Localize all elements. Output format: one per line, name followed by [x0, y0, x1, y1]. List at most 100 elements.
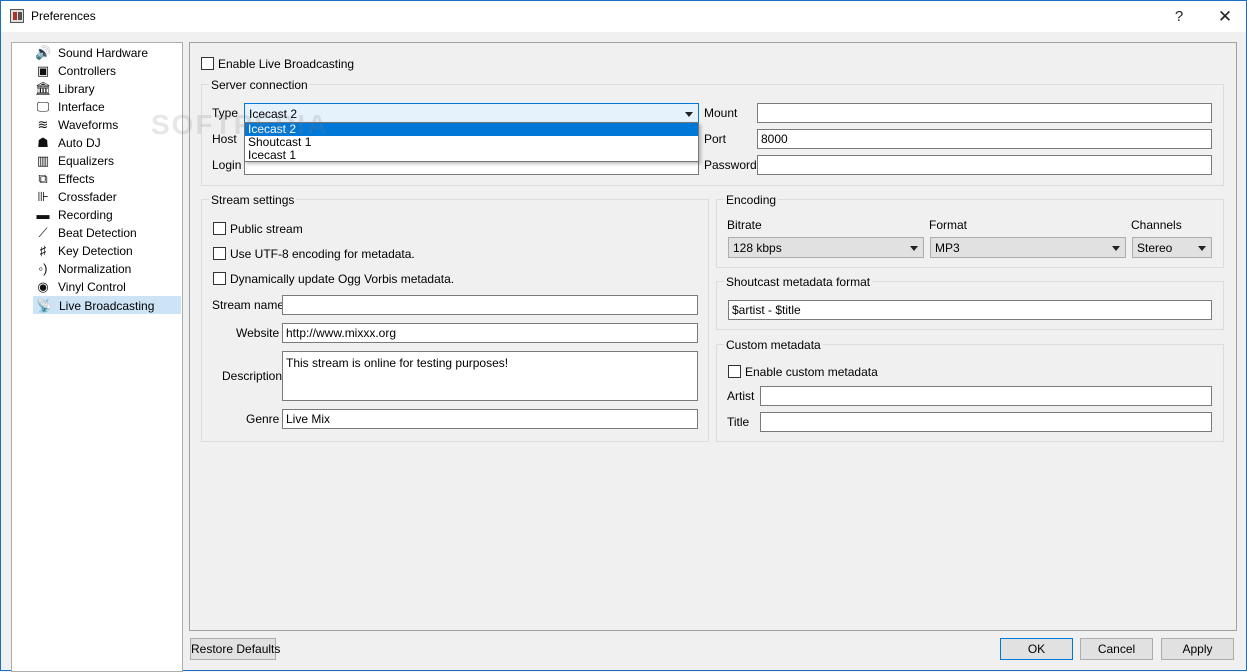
public-stream-label: Public stream [230, 222, 303, 236]
monitor-icon: 🖵 [36, 99, 50, 114]
public-stream-checkbox[interactable] [213, 222, 226, 235]
help-button[interactable]: ? [1156, 1, 1202, 32]
ok-button[interactable]: OK [1000, 638, 1073, 660]
ogg-metadata-label: Dynamically update Ogg Vorbis metadata. [230, 272, 455, 286]
sidebar-item-label: Auto DJ [58, 136, 101, 150]
sidebar-item-library[interactable]: 🏛 Library [33, 80, 181, 98]
utf8-metadata-label: Use UTF-8 encoding for metadata. [230, 247, 415, 261]
sidebar-item-crossfader[interactable]: ⊪ Crossfader [33, 188, 181, 206]
sidebar-item-label: Recording [58, 208, 113, 222]
window-title: Preferences [31, 9, 96, 23]
library-icon: 🏛 [35, 81, 52, 96]
type-option-icecast1[interactable]: Icecast 1 [245, 149, 698, 162]
key-icon: ♯ [39, 243, 47, 258]
type-select-value: Icecast 2 [249, 107, 298, 121]
title-label: Title [727, 415, 750, 429]
close-button[interactable]: ✕ [1202, 1, 1247, 32]
sidebar-item-normalization[interactable]: ◦) Normalization [33, 260, 181, 278]
sidebar-item-label: Live Broadcasting [59, 299, 155, 313]
crossfader-icon: ⊪ [37, 189, 49, 204]
shoutcast-format-input[interactable]: $artist - $title [728, 300, 1212, 320]
vinyl-icon: ◉ [37, 279, 49, 294]
channels-select[interactable]: Stereo [1132, 237, 1212, 258]
preferences-window: Preferences ? ✕ 🔊 Sound Hardware ▣ Controll… [0, 0, 1247, 672]
sidebar-item-interface[interactable]: 🖵 Interface [33, 98, 181, 116]
sidebar-item-label: Crossfader [58, 190, 117, 204]
sidebar-item-label: Library [58, 82, 95, 96]
normalization-icon: ◦) [38, 261, 48, 276]
sidebar-item-sound-hardware[interactable]: 🔊 Sound Hardware [33, 44, 181, 62]
recording-icon: ▬ [36, 207, 50, 222]
sidebar-item-key-detection[interactable]: ♯ Key Detection [33, 242, 181, 260]
restore-defaults-button[interactable]: Restore Defaults [190, 638, 280, 660]
bitrate-select[interactable]: 128 kbps [728, 237, 924, 258]
password-label: Password [704, 158, 757, 172]
port-label: Port [704, 132, 727, 146]
enable-live-broadcasting-label: Enable Live Broadcasting [218, 57, 355, 71]
artist-input[interactable] [760, 386, 1212, 406]
chevron-down-icon [1112, 246, 1120, 251]
type-dropdown-list: Icecast 2 Shoutcast 1 Icecast 1 [244, 122, 699, 162]
artist-label: Artist [727, 389, 755, 403]
sidebar-item-label: Sound Hardware [58, 46, 149, 60]
website-input[interactable]: http://www.mixxx.org [282, 323, 698, 343]
cancel-button[interactable]: Cancel [1080, 638, 1153, 660]
equalizer-icon: ▥ [36, 153, 50, 168]
type-label: Type [212, 106, 239, 120]
sidebar-item-label: Equalizers [58, 154, 115, 168]
sidebar-item-live-broadcasting[interactable]: 📡 Live Broadcasting [33, 296, 181, 314]
type-option-icecast2[interactable]: Icecast 2 [245, 123, 698, 136]
broadcast-icon: 📡 [36, 298, 53, 313]
type-option-shoutcast1[interactable]: Shoutcast 1 [245, 136, 698, 149]
apply-button[interactable]: Apply [1161, 638, 1234, 660]
ogg-metadata-checkbox[interactable] [213, 272, 226, 285]
sidebar-item-equalizers[interactable]: ▥ Equalizers [33, 152, 181, 170]
mixxx-app-icon [10, 9, 24, 23]
bitrate-label: Bitrate [727, 218, 762, 232]
sidebar-item-controllers[interactable]: ▣ Controllers [33, 62, 181, 80]
sidebar-item-recording[interactable]: ▬ Recording [33, 206, 181, 224]
stream-name-input[interactable] [282, 295, 698, 315]
robot-icon: ☗ [37, 135, 49, 150]
genre-input[interactable]: Live Mix [282, 409, 698, 429]
login-label: Login [212, 158, 242, 172]
enable-custom-metadata-label: Enable custom metadata [745, 365, 878, 379]
format-select-value: MP3 [935, 241, 960, 255]
port-input[interactable]: 8000 [757, 129, 1212, 149]
title-bar: Preferences ? ✕ [1, 1, 1246, 32]
sidebar-item-waveforms[interactable]: ≋ Waveforms [33, 116, 181, 134]
encoding-title: Encoding [724, 193, 779, 207]
sidebar-item-effects[interactable]: ⧉ Effects [33, 170, 181, 188]
utf8-metadata-checkbox[interactable] [213, 247, 226, 260]
website-label: Website [236, 326, 280, 340]
sidebar-item-label: Waveforms [58, 118, 119, 132]
server-connection-title: Server connection [209, 78, 310, 92]
host-label: Host [212, 132, 237, 146]
format-select[interactable]: MP3 [930, 237, 1126, 258]
format-label: Format [929, 218, 968, 232]
sidebar-item-label: Beat Detection [58, 226, 137, 240]
sidebar-item-label: Controllers [58, 64, 117, 78]
effects-icon: ⧉ [38, 171, 48, 186]
title-input[interactable] [760, 412, 1212, 432]
mount-input[interactable] [757, 103, 1212, 123]
speaker-icon: 🔊 [35, 45, 52, 60]
genre-label: Genre [246, 412, 280, 426]
enable-live-broadcasting-checkbox[interactable] [201, 57, 214, 70]
description-textarea[interactable]: This stream is online for testing purpos… [282, 351, 698, 401]
stream-settings-title: Stream settings [209, 193, 297, 207]
sidebar-item-auto-dj[interactable]: ☗ Auto DJ [33, 134, 181, 152]
channels-select-value: Stereo [1137, 241, 1173, 255]
beat-icon: ⟋ [38, 225, 48, 240]
sidebar-item-beat-detection[interactable]: ⟋ Beat Detection [33, 224, 181, 242]
bitrate-select-value: 128 kbps [733, 241, 782, 255]
password-input[interactable] [757, 155, 1212, 175]
waveform-icon: ≋ [37, 117, 49, 132]
description-label: Description [222, 369, 283, 383]
sidebar-item-vinyl-control[interactable]: ◉ Vinyl Control [33, 278, 181, 296]
sidebar-item-label: Normalization [58, 262, 132, 276]
chevron-down-icon [685, 112, 693, 117]
sidebar-item-label: Vinyl Control [58, 280, 126, 294]
type-select[interactable]: Icecast 2 [244, 103, 699, 124]
enable-custom-metadata-checkbox[interactable] [728, 365, 741, 378]
